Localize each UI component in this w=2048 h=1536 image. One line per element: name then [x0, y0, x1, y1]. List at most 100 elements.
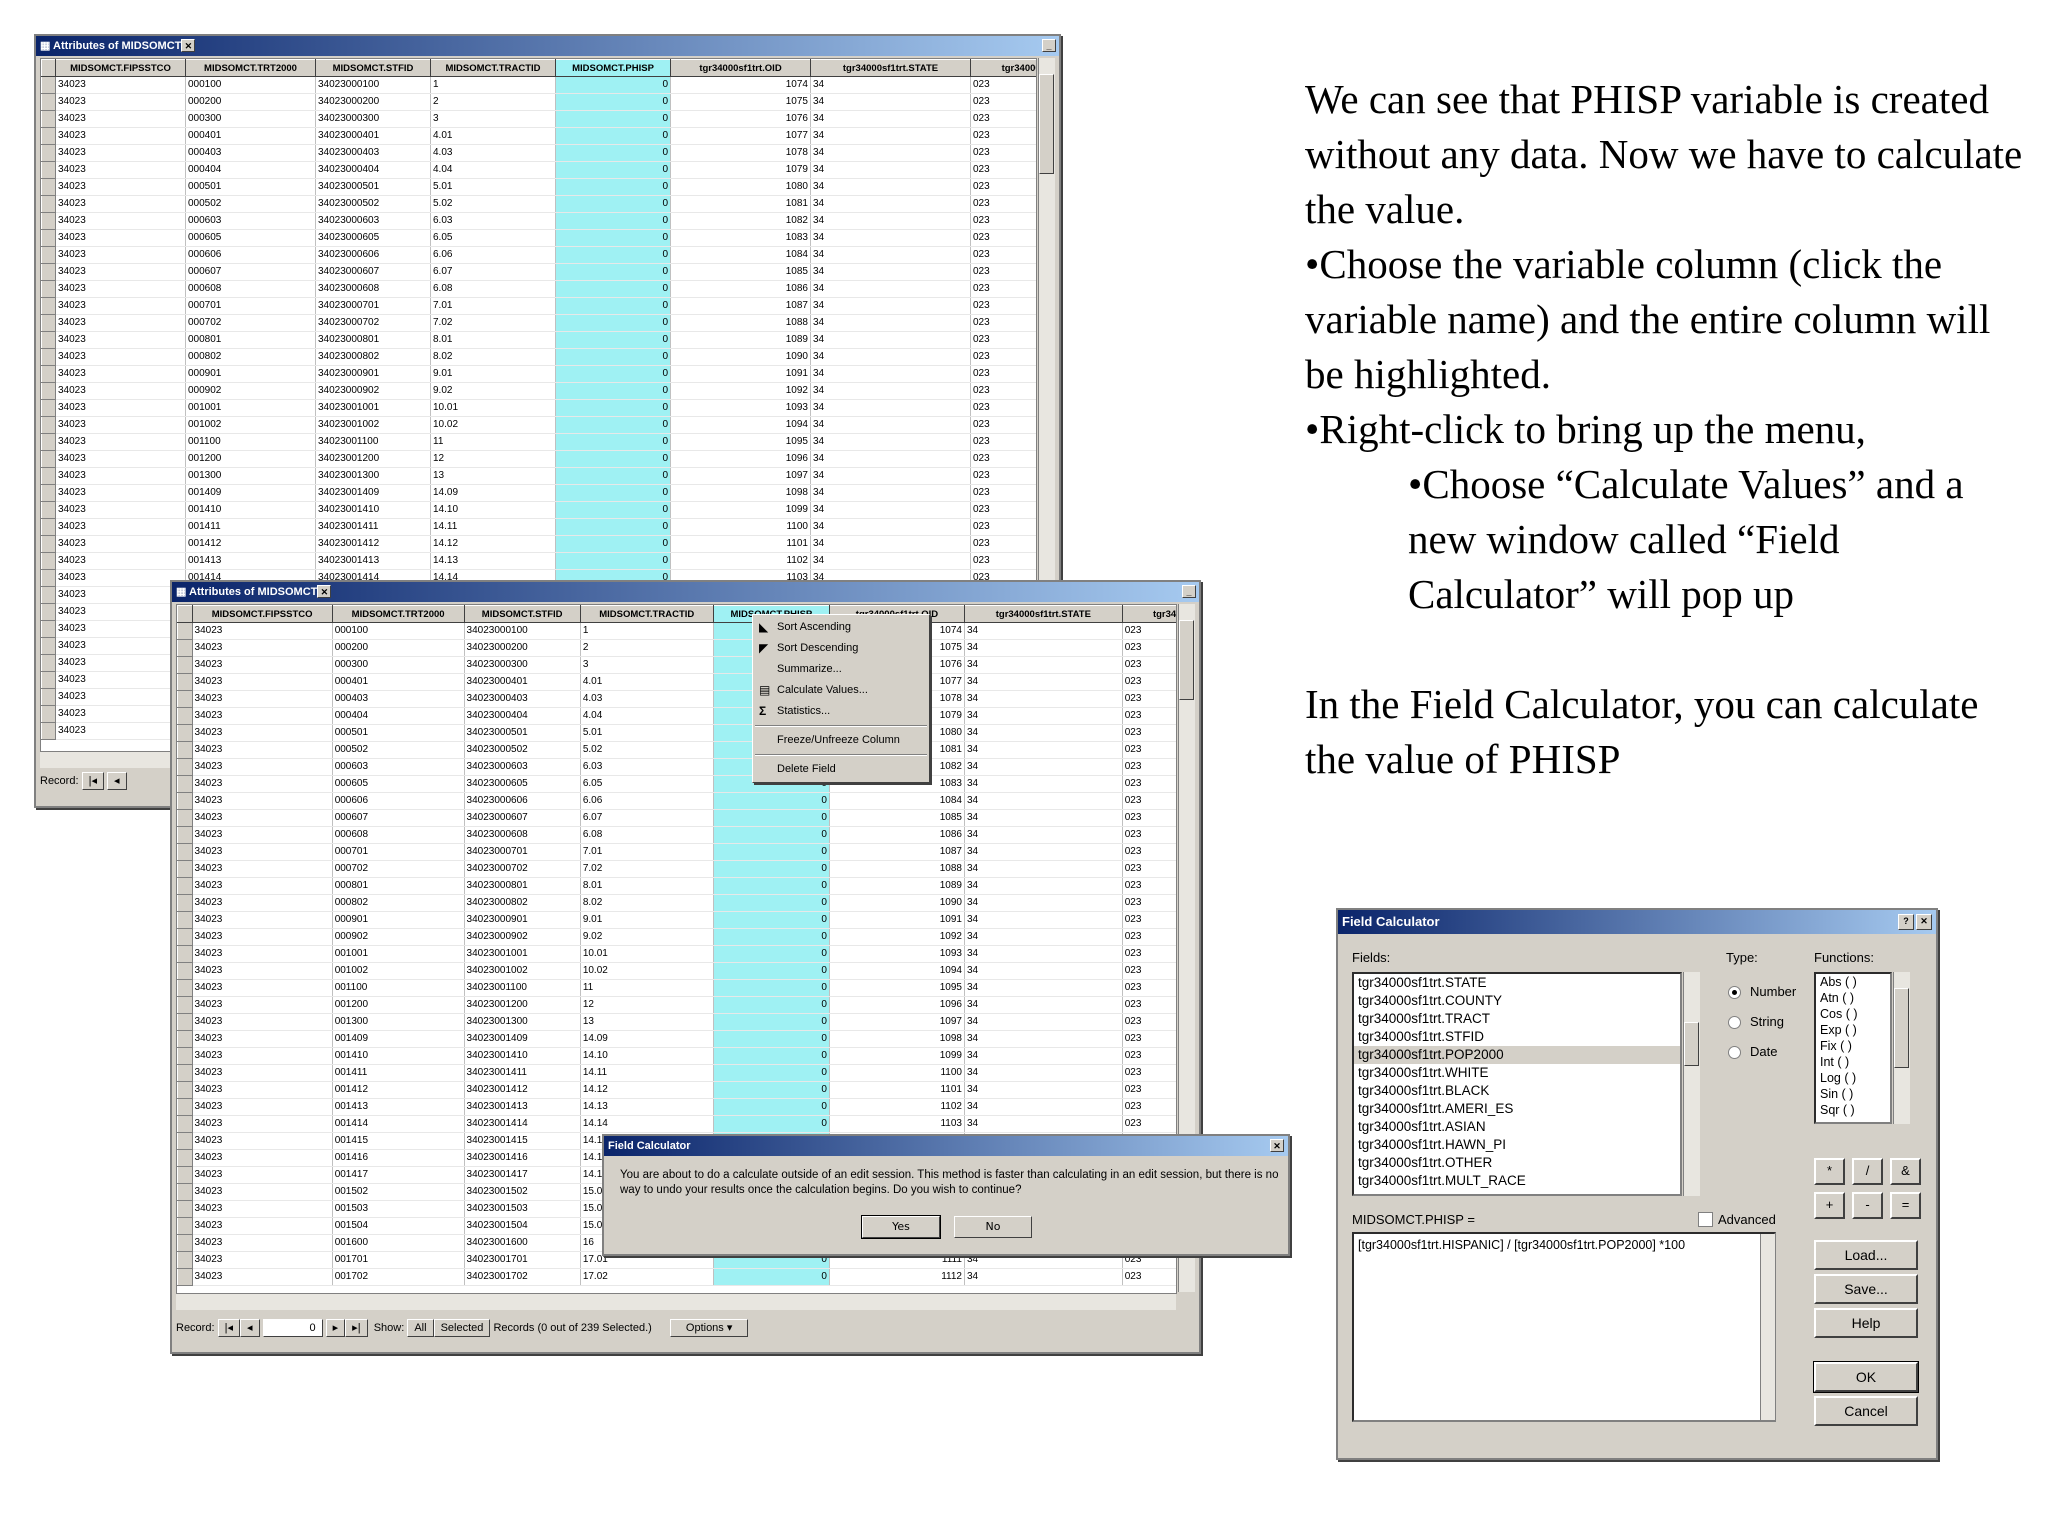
field-list-item[interactable]: tgr34000sf1trt.HAWN_PI [1354, 1136, 1680, 1154]
type-number-radio[interactable] [1728, 986, 1741, 999]
column-header[interactable]: tgr34000sf1 [970, 59, 1036, 77]
functions-listbox[interactable]: Abs ( ) Atn ( ) Cos ( ) Exp ( ) Fix ( ) Int (… [1814, 972, 1892, 1124]
field-list-item[interactable]: tgr34000sf1trt.STATE [1354, 974, 1680, 992]
close-button[interactable]: ✕ [181, 39, 196, 52]
row-selector[interactable] [177, 741, 193, 759]
type-string-radio[interactable] [1728, 1016, 1741, 1029]
table-row[interactable]: 34023 000606 34023000606 6.06 0 1084 34 023 [41, 246, 1036, 264]
field-list-item[interactable]: tgr34000sf1trt.TRACT [1354, 1010, 1680, 1028]
table-row[interactable]: 34023 001002 34023001002 10.02 0 1094 34 023 [177, 962, 1176, 980]
row-selector[interactable] [41, 195, 56, 213]
row-selector[interactable] [177, 1200, 193, 1218]
table-row[interactable]: 34023 000606 34023000606 6.06 0 1084 34 023 [177, 792, 1176, 810]
field-list-item[interactable]: tgr34000sf1trt.AMERI_ES [1354, 1100, 1680, 1118]
expression-textbox[interactable]: [tgr34000sf1trt.HISPANIC] / [tgr34000sf1… [1352, 1232, 1776, 1422]
menu-item-statistics[interactable]: Σ Statistics... [753, 701, 929, 722]
table-row[interactable]: 340230002003402300020020107534023 [177, 639, 1176, 657]
table-row[interactable]: 34023 000902 34023000902 9.02 0 1092 34 023 [177, 928, 1176, 946]
row-selector[interactable] [41, 212, 56, 230]
table-row[interactable]: 34023 001300 34023001300 13 0 1097 34 023 [177, 1013, 1176, 1031]
field-list-item[interactable]: tgr34000sf1trt.COUNTY [1354, 992, 1680, 1010]
prev-record-button[interactable]: ◂ [107, 772, 127, 790]
table-row[interactable]: 34023000404340230004044.040107934023 [41, 161, 1036, 179]
row-selector[interactable] [177, 656, 193, 674]
minimize-button[interactable]: _ [1042, 39, 1056, 52]
column-header[interactable]: MIDSOMCT.FIPSSTCO [191, 605, 333, 623]
column-header[interactable]: tgr34000sf1trt.OID [670, 59, 811, 77]
row-selector[interactable] [41, 110, 56, 128]
record-number-field[interactable]: 0 [262, 1319, 323, 1337]
row-selector[interactable] [41, 76, 56, 94]
fields-listbox[interactable]: tgr34000sf1trt.STATE tgr34000sf1trt.COUNT… [1352, 972, 1682, 1196]
table-row[interactable]: 34023000401340230004014.010107734023 [177, 673, 1176, 691]
row-selector[interactable] [177, 758, 193, 776]
table-row[interactable]: 34023 001412 34023001412 14.12 0 1101 34 023 [41, 535, 1036, 553]
row-selector[interactable] [177, 622, 193, 640]
row-selector[interactable] [177, 809, 193, 827]
table-row[interactable]: 34023 000802 34023000802 8.02 0 1090 34 023 [177, 894, 1176, 912]
row-selector[interactable] [177, 775, 193, 793]
row-selector[interactable] [177, 1234, 193, 1252]
table-row[interactable]: 34023 001100 34023001100 11 0 1095 34 023 [41, 433, 1036, 451]
row-selector[interactable] [177, 894, 193, 912]
function-list-item[interactable]: Int ( ) [1816, 1054, 1890, 1070]
row-selector[interactable] [177, 1149, 193, 1167]
yes-button[interactable]: Yes [861, 1215, 941, 1239]
function-list-item[interactable]: Sqr ( ) [1816, 1102, 1890, 1118]
row-selector[interactable] [41, 688, 56, 706]
table-row[interactable]: 340230017023402300170217.020111234023 [177, 1268, 1176, 1286]
row-selector[interactable] [177, 1081, 193, 1099]
row-selector[interactable] [41, 331, 56, 349]
row-selector[interactable] [41, 433, 56, 451]
advanced-checkbox[interactable] [1698, 1212, 1713, 1227]
row-selector[interactable] [41, 620, 56, 638]
column-header[interactable]: MIDSOMCT.STFID [315, 59, 431, 77]
field-list-item[interactable]: tgr34000sf1trt.MULT_RACE [1354, 1172, 1680, 1190]
next-record-button[interactable]: ▸ [325, 1319, 346, 1337]
table-row[interactable]: 34023 001100 34023001100 11 0 1095 34 023 [177, 979, 1176, 997]
row-selector[interactable] [41, 348, 56, 366]
row-selector[interactable] [41, 518, 56, 536]
table-row[interactable]: 34023 001411 34023001411 14.11 0 1100 34 023 [41, 518, 1036, 536]
table-row[interactable]: 34023 001410 34023001410 14.10 0 1099 34 023 [177, 1047, 1176, 1065]
column-header[interactable]: MIDSOMCT.TRACTID [430, 59, 556, 77]
menu-item-summarize[interactable]: Summarize... [753, 659, 929, 680]
row-selector[interactable] [177, 877, 193, 895]
row-selector[interactable] [41, 535, 56, 553]
table-row[interactable]: 34023 001410 34023001410 14.10 0 1099 34 023 [41, 501, 1036, 519]
table-row[interactable]: 34023 000901 34023000901 9.01 0 1091 34 023 [41, 365, 1036, 383]
table-row[interactable]: 34023000404340230004044.040107934023 [177, 707, 1176, 725]
row-selector[interactable] [41, 297, 56, 315]
help-icon[interactable]: ? [1898, 914, 1914, 930]
table-row[interactable]: 34023 001001 34023001001 10.01 0 1093 34 023 [177, 945, 1176, 963]
table-row[interactable]: 340230003003402300030030107634023 [41, 110, 1036, 128]
row-selector[interactable] [177, 1098, 193, 1116]
table-row[interactable]: 34023 000607 34023000607 6.07 0 1085 34 023 [177, 809, 1176, 827]
first-record-button[interactable]: |◂ [81, 772, 104, 790]
table-row[interactable]: 34023 001300 34023001300 13 0 1097 34 023 [41, 467, 1036, 485]
table-row[interactable]: 34023 001200 34023001200 12 0 1096 34 023 [41, 450, 1036, 468]
row-selector[interactable] [41, 501, 56, 519]
row-selector[interactable] [177, 1132, 193, 1150]
row-selector[interactable] [41, 382, 56, 400]
row-selector-header[interactable] [177, 605, 193, 623]
table-row[interactable]: 34023 001409 34023001409 14.09 0 1098 34 023 [177, 1030, 1176, 1048]
row-selector[interactable] [41, 399, 56, 417]
row-selector[interactable] [177, 792, 193, 810]
operator-plus-button[interactable]: + [1814, 1192, 1845, 1219]
table-row[interactable]: 34023 000801 34023000801 8.01 0 1089 34 023 [41, 331, 1036, 349]
row-selector[interactable] [41, 365, 56, 383]
table-row[interactable]: 34023 001002 34023001002 10.02 0 1094 34 023 [41, 416, 1036, 434]
row-selector[interactable] [41, 552, 56, 570]
function-list-item[interactable]: Fix ( ) [1816, 1038, 1890, 1054]
table-row[interactable]: 34023000603340230006036.030108234023 [41, 212, 1036, 230]
row-selector[interactable] [177, 1217, 193, 1235]
row-selector[interactable] [177, 690, 193, 708]
field-list-item[interactable]: tgr34000sf1trt.ASIAN [1354, 1118, 1680, 1136]
ok-button[interactable]: OK [1813, 1361, 1919, 1393]
row-selector[interactable] [177, 707, 193, 725]
menu-item-freeze-column[interactable]: Freeze/Unfreeze Column [753, 730, 929, 751]
prev-record-button[interactable]: ◂ [239, 1319, 260, 1337]
save-button[interactable]: Save... [1814, 1274, 1918, 1304]
row-selector[interactable] [41, 569, 56, 587]
